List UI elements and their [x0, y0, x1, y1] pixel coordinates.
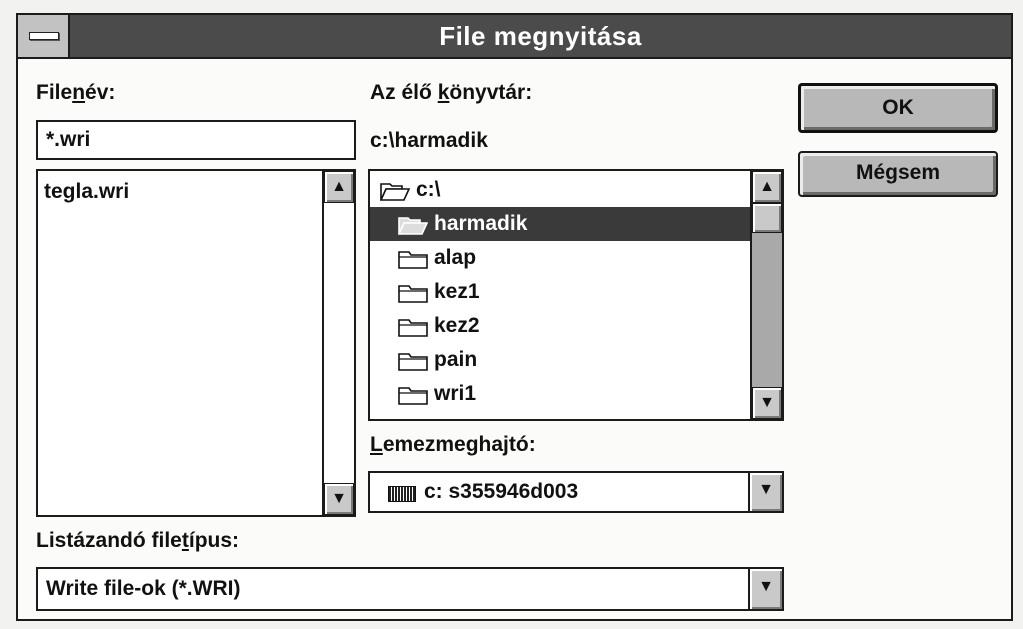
window-title: File megnyitása [439, 21, 642, 51]
directory-item-root[interactable]: c:\ [370, 173, 750, 207]
scroll-down-icon[interactable]: ▼ [752, 387, 782, 419]
drive-label: Lemezmeghajtó: [370, 433, 536, 456]
file-list[interactable]: tegla.wri ▲ ▼ [36, 169, 356, 517]
folder-icon [398, 285, 428, 303]
folder-icon [398, 251, 428, 269]
filename-label: Filenév: [36, 81, 116, 104]
directory-list[interactable]: c:\ harmadik alap kez1 kez2 pain wri1 ▲ … [368, 169, 784, 421]
directory-item-harmadik[interactable]: harmadik [370, 207, 750, 241]
directory-list-scrollbar[interactable]: ▲ ▼ [750, 171, 782, 419]
directory-label: Az élő könyvtár: [370, 81, 533, 104]
file-open-dialog: File megnyitása Filenév: *.wri tegla.wri… [16, 13, 1013, 621]
folder-icon [398, 319, 428, 337]
ok-button[interactable]: OK [798, 83, 998, 133]
folder-icon [398, 387, 428, 405]
scroll-up-icon[interactable]: ▲ [324, 171, 354, 203]
scroll-down-icon[interactable]: ▼ [324, 483, 354, 515]
title-bar[interactable]: File megnyitása [18, 15, 1011, 59]
drive-icon [388, 486, 416, 502]
dropdown-arrow-icon[interactable]: ▼ [748, 569, 782, 609]
directory-item-wri1[interactable]: wri1 [370, 377, 750, 411]
scroll-thumb[interactable] [752, 203, 782, 233]
open-folder-icon [398, 217, 428, 235]
file-list-scrollbar[interactable]: ▲ ▼ [322, 171, 354, 515]
directory-item-pain[interactable]: pain [370, 343, 750, 377]
drive-value: c: s355946d003 [424, 480, 579, 503]
scroll-up-icon[interactable]: ▲ [752, 171, 782, 203]
cancel-button[interactable]: Mégsem [798, 151, 998, 197]
current-directory-path: c:\harmadik [370, 129, 488, 152]
drive-select[interactable]: c: s355946d003 ▼ [368, 471, 784, 513]
dropdown-arrow-icon[interactable]: ▼ [748, 473, 782, 511]
directory-item-alap[interactable]: alap [370, 241, 750, 275]
filetype-select[interactable]: Write file-ok (*.WRI) ▼ [36, 567, 784, 611]
open-folder-icon [380, 183, 410, 201]
system-menu-icon [29, 32, 59, 40]
file-list-item[interactable]: tegla.wri [44, 175, 129, 209]
directory-item-kez1[interactable]: kez1 [370, 275, 750, 309]
system-menu-button[interactable] [18, 15, 70, 57]
folder-icon [398, 353, 428, 371]
directory-item-kez2[interactable]: kez2 [370, 309, 750, 343]
filename-input[interactable]: *.wri [36, 120, 356, 160]
filetype-value: Write file-ok (*.WRI) [46, 577, 241, 600]
filetype-label: Listázandó filetípus: [36, 529, 240, 552]
